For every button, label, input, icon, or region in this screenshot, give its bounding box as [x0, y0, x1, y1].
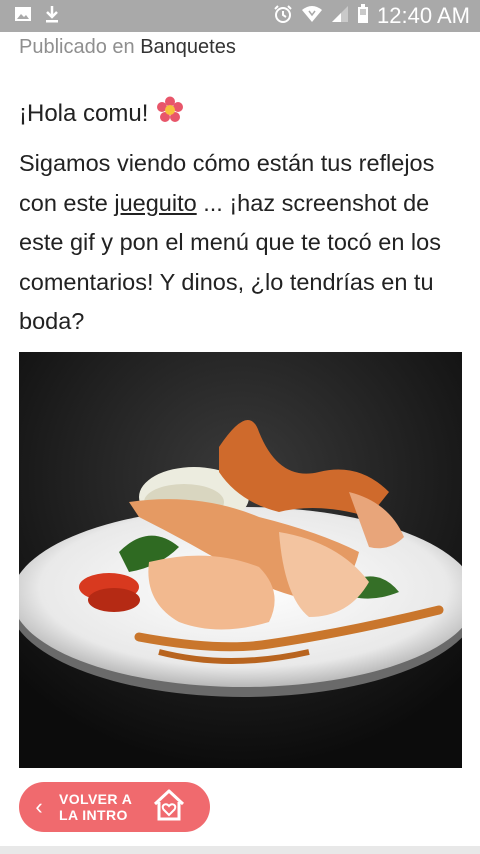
- shrimp-dish-image: [9, 352, 479, 768]
- home-heart-icon: [151, 788, 187, 827]
- back-label-line2: LA INTRO: [59, 807, 128, 823]
- image-icon: [14, 6, 32, 27]
- battery-icon: [357, 3, 369, 29]
- jueguito-link[interactable]: jueguito: [114, 190, 196, 216]
- alarm-icon: [273, 4, 293, 29]
- chevron-left-icon: ‹: [35, 794, 43, 819]
- signal-icon: [331, 5, 349, 28]
- status-bar: 12:40 AM: [0, 0, 480, 32]
- bottom-divider: [0, 846, 480, 854]
- published-label: Publicado en: [19, 36, 135, 58]
- flower-icon: [156, 96, 184, 131]
- status-time: 12:40 AM: [377, 3, 470, 28]
- post-meta: Publicado en Banquetes: [19, 36, 236, 59]
- back-button-label: VOLVER A LA INTRO: [59, 791, 145, 823]
- back-to-intro-button[interactable]: ‹ VOLVER A LA INTRO: [19, 782, 210, 832]
- category-link[interactable]: Banquetes: [140, 36, 236, 58]
- back-label-line1: VOLVER A: [59, 791, 133, 807]
- download-icon: [44, 5, 60, 28]
- post-body: Sigamos viendo cómo están tus reflejos c…: [19, 144, 464, 342]
- greeting-text: ¡Hola comu!: [19, 99, 149, 127]
- post-greeting: ¡Hola comu!: [19, 96, 184, 131]
- wifi-icon: [301, 5, 323, 28]
